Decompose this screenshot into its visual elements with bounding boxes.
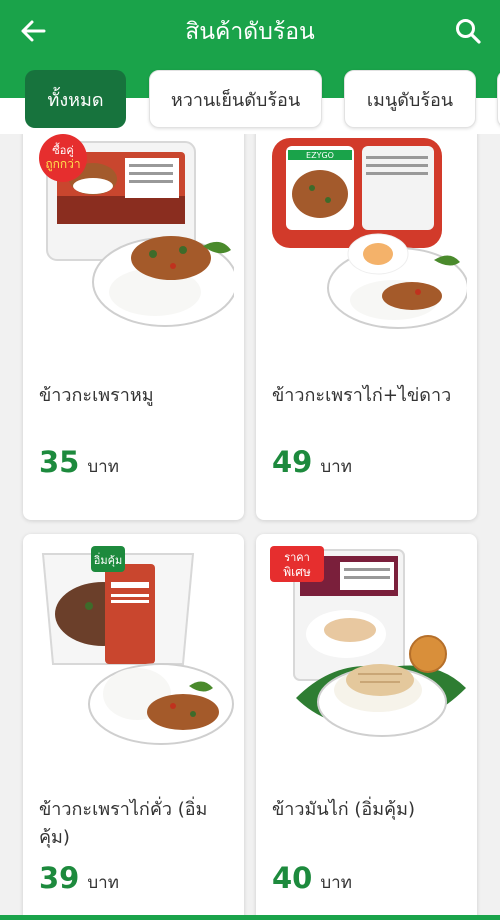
svg-text:ราคา: ราคา [284, 551, 310, 564]
search-icon[interactable] [454, 17, 482, 45]
rice-plate-icon [88, 663, 234, 745]
product-card[interactable]: ราคา พิเศษ ข้าวมันไก่ (อิ่มคุ้ม) 40 บาท [256, 534, 477, 920]
price-value: 35 [39, 445, 80, 479]
price-unit: บาท [87, 457, 119, 477]
svg-text:ถูกกว่า: ถูกกว่า [45, 157, 80, 172]
product-image: อิ่มคุ้ม [41, 546, 234, 745]
bottom-accent-bar [0, 915, 500, 920]
product-name: ข้าวกะเพราไก่+ไข่ดาว [272, 385, 452, 406]
price-value: 49 [272, 445, 313, 479]
rice-plate-icon [327, 233, 467, 329]
tab-all[interactable]: ทั้งหมด [25, 70, 126, 128]
price-unit: บาท [87, 873, 119, 893]
product-price: 49 บาท [272, 445, 352, 480]
product-image: ราคา พิเศษ [270, 546, 466, 737]
product-image: EZYGO [272, 138, 467, 329]
product-name: ข้าวกะเพราไก่คั่ว (อิ่มคุ้ม) [39, 799, 208, 848]
page-title: สินค้าดับร้อน [185, 19, 315, 45]
product-price: 35 บาท [39, 445, 119, 480]
product-price: 40 บาท [272, 861, 352, 896]
svg-text:อิ่มคุ้ม: อิ่มคุ้ม [93, 552, 122, 567]
badge-icon: อิ่มคุ้ม [91, 546, 125, 572]
price-value: 39 [39, 861, 80, 895]
product-card[interactable]: ซื้อคู่ ถูกกว่า ข้าวกะเพราหมู 35 บาท [23, 134, 244, 520]
product-image: ซื้อคู่ ถูกกว่า [39, 134, 234, 327]
product-grid: ซื้อคู่ ถูกกว่า ข้าวกะเพราหมู 35 บาท EZY… [0, 134, 500, 920]
badge-icon: ราคา พิเศษ [270, 546, 324, 582]
app-bar: สินค้าดับร้อน [0, 0, 500, 62]
product-card[interactable]: EZYGO ข้าวกะเพราไก่+ไข่ดาว 49 บาท [256, 134, 477, 520]
price-unit: บาท [320, 457, 352, 477]
product-name: ข้าวมันไก่ (อิ่มคุ้ม) [272, 799, 415, 820]
svg-text:ซื้อคู่: ซื้อคู่ [52, 142, 73, 157]
package-icon: EZYGO [272, 138, 442, 248]
svg-text:พิเศษ: พิเศษ [283, 565, 311, 579]
category-tabs: ทั้งหมด หวานเย็นดับร้อน เมนูดับร้อน [0, 62, 500, 134]
product-card[interactable]: อิ่มคุ้ม ข้าวกะเพราไก่คั่ว (อิ่มคุ้ม) 39… [23, 534, 244, 920]
tab-hot-menu[interactable]: เมนูดับร้อน [344, 70, 476, 128]
product-name: ข้าวกะเพราหมู [39, 385, 154, 406]
price-unit: บาท [320, 873, 352, 893]
tab-cold-desserts[interactable]: หวานเย็นดับร้อน [149, 70, 322, 128]
product-price: 39 บาท [39, 861, 119, 896]
price-value: 40 [272, 861, 313, 895]
svg-text:EZYGO: EZYGO [306, 151, 334, 160]
badge-icon: ซื้อคู่ ถูกกว่า [39, 134, 87, 182]
